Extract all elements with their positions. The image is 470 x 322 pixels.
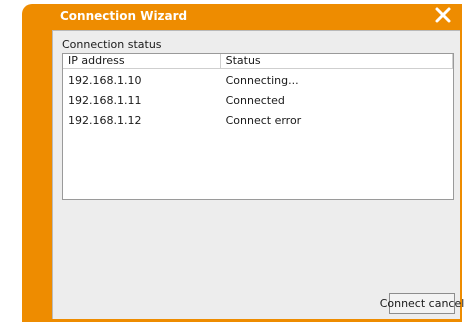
ip-address-cell: 192.168.1.11 <box>68 94 142 107</box>
window-title: Connection Wizard <box>60 9 188 23</box>
status-cell: Connecting... <box>225 74 299 87</box>
table-row[interactable]: 192.168.1.12 Connect error <box>63 111 453 131</box>
status-cell: Connect error <box>225 114 302 127</box>
table-row[interactable]: 192.168.1.10 Connecting... <box>63 71 453 91</box>
ip-address-cell: 192.168.1.12 <box>68 114 142 127</box>
table-header: IP address Status <box>63 54 453 69</box>
column-header-status[interactable]: Status <box>221 54 453 68</box>
status-cell: Connected <box>225 94 285 107</box>
connect-cancel-button[interactable]: Connect cancel <box>380 293 464 314</box>
connection-status-label: Connection status <box>62 38 162 51</box>
column-header-ip-address[interactable]: IP address <box>63 54 221 68</box>
connection-status-table[interactable]: IP address Status 192.168.1.10 Connectin… <box>62 53 454 200</box>
wizard-content-panel: Connection status IP address Status 192.… <box>52 30 464 319</box>
close-icon[interactable] <box>434 6 452 24</box>
connection-wizard-window: Connection Wizard Connection status IP a… <box>22 4 464 322</box>
ip-address-cell: 192.168.1.10 <box>68 74 142 87</box>
table-row[interactable]: 192.168.1.11 Connected <box>63 91 453 111</box>
